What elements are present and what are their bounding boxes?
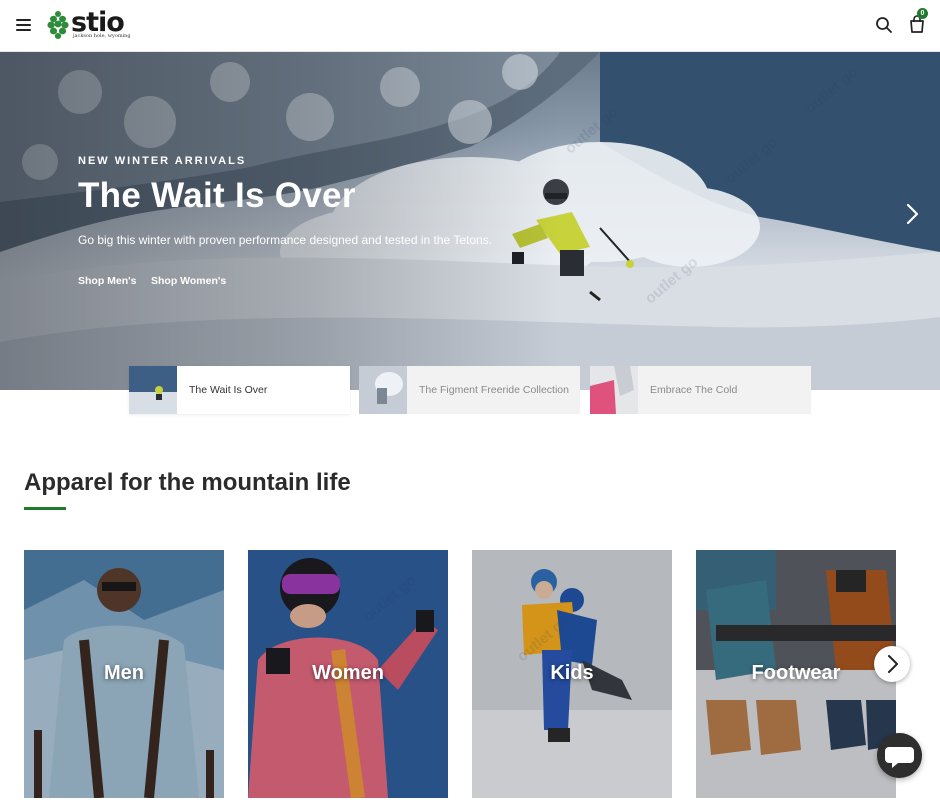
slide-thumb-label: The Wait Is Over — [189, 384, 268, 396]
stio-logo[interactable]: stio jackson hole, wyoming — [47, 8, 131, 42]
hero-subtitle: Go big this winter with proven performan… — [78, 233, 493, 247]
slide-thumbnail-image — [359, 366, 407, 414]
slide-thumb-figment-freeride[interactable]: The Figment Freeride Collection — [359, 366, 580, 414]
slide-thumbnail-image — [590, 366, 638, 414]
slide-thumb-label: The Figment Freeride Collection — [419, 384, 569, 396]
pinecone-icon — [47, 11, 69, 39]
category-card-men[interactable]: Men — [24, 550, 224, 798]
category-card-kids[interactable]: outlet go Kids — [472, 550, 672, 798]
slide-thumb-embrace-the-cold[interactable]: Embrace The Cold — [590, 366, 811, 414]
search-icon[interactable] — [874, 15, 894, 35]
slide-thumbnail-image — [129, 366, 177, 414]
section-title: Apparel for the mountain life — [24, 469, 351, 496]
hero-banner: outlet go outlet go outlet go outlet go … — [0, 52, 940, 390]
category-label: Footwear — [751, 662, 841, 684]
category-label: Kids — [550, 662, 594, 684]
cart-count-badge: 0 — [917, 8, 928, 19]
shop-mens-link[interactable]: Shop Men's — [78, 275, 137, 287]
hero-title: The Wait Is Over — [78, 176, 356, 215]
chat-bubble-icon[interactable] — [877, 733, 922, 778]
category-card-women[interactable]: outlet go Women — [248, 550, 448, 798]
shop-womens-link[interactable]: Shop Women's — [151, 275, 226, 287]
chevron-right-icon[interactable] — [874, 646, 910, 682]
category-label: Men — [104, 662, 144, 684]
site-header: stio jackson hole, wyoming 0 — [0, 0, 940, 52]
hero-text-overlay — [0, 52, 560, 390]
hamburger-icon[interactable] — [14, 16, 34, 34]
logo-tagline: jackson hole, wyoming — [73, 33, 131, 39]
chevron-right-icon[interactable] — [900, 200, 924, 228]
category-label: Women — [312, 662, 384, 684]
hero-eyebrow: NEW WINTER ARRIVALS — [78, 155, 247, 167]
slide-thumb-label: Embrace The Cold — [650, 384, 738, 396]
category-card-footwear[interactable]: Footwear — [696, 550, 896, 798]
slide-thumb-the-wait-is-over[interactable]: The Wait Is Over — [129, 366, 350, 414]
section-title-underline — [24, 507, 66, 510]
